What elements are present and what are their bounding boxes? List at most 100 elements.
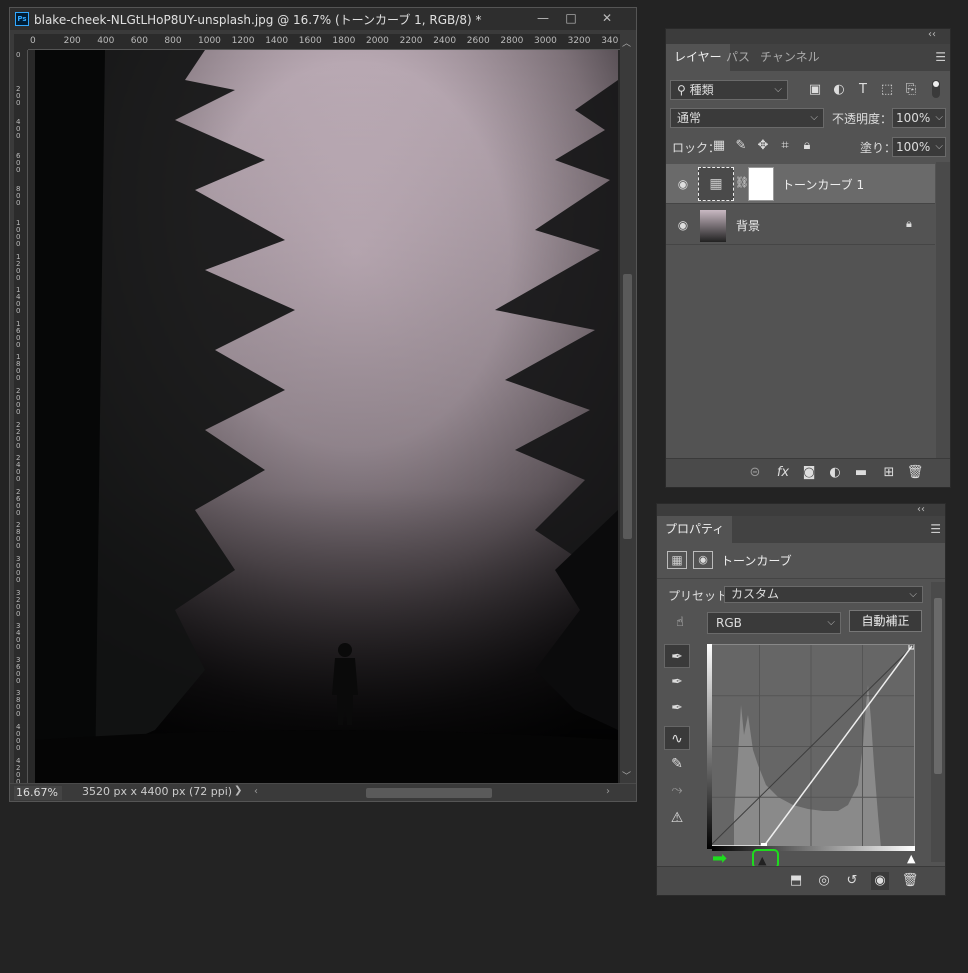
- ruler-corner[interactable]: [14, 34, 28, 50]
- ruler-tick: 2 0 0: [16, 84, 21, 107]
- smooth-curve-icon[interactable]: ⤳: [664, 778, 690, 802]
- curve-graph[interactable]: [707, 643, 915, 849]
- document-image[interactable]: [35, 50, 618, 783]
- vertical-scrollbar[interactable]: ︿ ﹀: [620, 34, 636, 783]
- layer-row[interactable]: ◉ ▦ ⛓︎ トーンカーブ 1: [666, 164, 935, 204]
- zoom-field[interactable]: 16.67%: [14, 786, 62, 800]
- reset-icon[interactable]: ↺: [843, 872, 861, 890]
- adjustment-icon[interactable]: ◐: [826, 464, 844, 482]
- ruler-tick: 1800: [332, 36, 356, 46]
- document-size: 3520 px x 4400 px (72 ppi): [82, 785, 233, 798]
- black-point-eyedropper-icon[interactable]: ✒︎: [664, 644, 690, 668]
- ruler-tick: 4 0 0: [16, 118, 21, 141]
- trash-icon[interactable]: 🗑︎: [901, 872, 919, 890]
- panel-menu-icon[interactable]: ☰: [935, 50, 946, 64]
- chevron-down-icon: ⌵: [827, 617, 835, 628]
- lock-all-icon[interactable]: 🔒︎: [798, 137, 816, 155]
- layer-name[interactable]: トーンカーブ 1: [782, 176, 864, 193]
- canvas-area[interactable]: [28, 50, 620, 783]
- filter-pixel-icon[interactable]: ▣: [806, 81, 824, 99]
- scroll-right-icon[interactable]: ›: [606, 786, 610, 797]
- ruler-tick: 1 8 0 0: [16, 353, 21, 383]
- pencil-icon[interactable]: ✎: [664, 752, 690, 776]
- trash-icon[interactable]: 🗑︎: [906, 464, 924, 482]
- filter-shape-icon[interactable]: ⬚: [878, 81, 896, 99]
- ruler-tick: 3200: [567, 36, 591, 46]
- vertical-ruler[interactable]: 0 2 0 0 4 0 0 6 0 0 8 0 0 1 0 0 0 1 2 0 0 1 4 0…: [14, 50, 28, 783]
- layer-mask-thumbnail[interactable]: [748, 167, 774, 201]
- horizontal-scrollbar-thumb[interactable]: [366, 788, 492, 798]
- gray-point-eyedropper-icon[interactable]: ✒︎: [664, 670, 690, 694]
- lock-transparency-icon[interactable]: ▦: [710, 137, 728, 155]
- tab-properties[interactable]: プロパティ: [657, 516, 733, 543]
- lock-position-icon[interactable]: ✥: [754, 137, 772, 155]
- lock-artboard-icon[interactable]: ⌗: [776, 137, 794, 155]
- mask-link-icon[interactable]: ⛓︎: [735, 176, 749, 189]
- status-menu-arrow-icon[interactable]: ❯: [234, 785, 242, 796]
- layer-filter-select[interactable]: ⚲ 種類 ⌵: [670, 80, 788, 100]
- clip-to-layer-icon[interactable]: ⬒: [787, 872, 805, 890]
- fx-icon[interactable]: fx: [774, 464, 792, 482]
- panel-drag-bar[interactable]: ‹‹: [666, 29, 950, 44]
- properties-scrollbar[interactable]: [931, 582, 945, 862]
- lock-image-icon[interactable]: ✎: [732, 137, 750, 155]
- mask-icon[interactable]: ◉: [693, 551, 713, 569]
- fill-field[interactable]: 100% ⌵: [892, 137, 946, 157]
- scrollbar-thumb[interactable]: [623, 274, 632, 539]
- white-point-slider-icon[interactable]: ▲: [907, 852, 915, 865]
- ruler-tick: 4 0 0 0: [16, 723, 21, 752]
- opacity-value: 100%: [896, 111, 931, 125]
- ruler-tick: 3 8 0 0: [16, 689, 21, 719]
- layer-row[interactable]: ◉ 背景 🔒︎: [666, 205, 935, 245]
- ruler-tick: 340: [601, 36, 619, 46]
- opacity-field[interactable]: 100% ⌵: [892, 108, 946, 128]
- eye-icon[interactable]: ◉: [674, 175, 692, 193]
- scroll-up-icon[interactable]: ︿: [622, 36, 631, 49]
- on-image-adjust-icon[interactable]: ☝︎: [668, 614, 692, 632]
- visibility-icon[interactable]: ◉: [871, 872, 889, 890]
- curves-icon[interactable]: ▦: [667, 551, 687, 569]
- scroll-left-icon[interactable]: ‹: [254, 786, 258, 797]
- filter-adjustment-icon[interactable]: ◐: [830, 81, 848, 99]
- histogram-and-curve[interactable]: [707, 643, 915, 849]
- curve-edit-points-icon[interactable]: ∿: [664, 726, 690, 750]
- collapse-panel-icon[interactable]: ‹‹: [917, 504, 925, 515]
- preset-select[interactable]: カスタム ⌵: [724, 586, 923, 603]
- maximize-button[interactable]: □: [556, 10, 586, 27]
- minimize-button[interactable]: —: [528, 10, 558, 27]
- adjustment-header: ▦ ◉ トーンカーブ: [657, 543, 945, 579]
- ruler-tick: 0: [30, 36, 36, 46]
- channel-select[interactable]: RGB ⌵: [707, 612, 841, 634]
- link-icon[interactable]: ⊝: [746, 464, 764, 482]
- filter-smart-object-icon[interactable]: ⎘: [902, 81, 920, 99]
- layers-scrollbar[interactable]: [936, 162, 950, 458]
- ruler-tick: 2000: [366, 36, 389, 46]
- chevron-down-icon: ⌵: [810, 112, 818, 123]
- horizontal-ruler[interactable]: 0 200 400 600 800 1000 1200 1400 1600 1800 2000 220…: [28, 34, 620, 50]
- horizontal-scrollbar[interactable]: [266, 784, 606, 802]
- folder-icon[interactable]: ▬: [852, 464, 870, 482]
- view-previous-state-icon[interactable]: ◎: [815, 872, 833, 890]
- layer-name[interactable]: 背景: [736, 217, 760, 234]
- scrollbar-thumb[interactable]: [934, 598, 942, 774]
- close-button[interactable]: ✕: [592, 10, 622, 27]
- clipping-warning-icon[interactable]: ⚠︎: [664, 806, 690, 830]
- ruler-tick: 3 0 0 0: [16, 555, 21, 584]
- scroll-down-icon[interactable]: ﹀: [622, 769, 631, 782]
- ruler-tick: 1400: [265, 36, 289, 46]
- white-point-eyedropper-icon[interactable]: ✒︎: [664, 696, 690, 720]
- layers-footer: ⊝ fx ◙ ◐ ▬ ⊞ 🗑︎: [666, 458, 950, 487]
- filter-toggle[interactable]: [932, 80, 940, 98]
- eye-icon[interactable]: ◉: [674, 216, 692, 234]
- document-window: Ps blake-cheek-NLGtLHoP8UY-unsplash.jpg …: [9, 7, 637, 802]
- tab-channels[interactable]: チャンネル: [752, 44, 828, 71]
- new-layer-icon[interactable]: ⊞: [880, 464, 898, 482]
- panel-menu-icon[interactable]: ☰: [930, 522, 941, 536]
- collapse-panel-icon[interactable]: ‹‹: [928, 29, 936, 40]
- ruler-tick: 3 2 0 0: [16, 588, 21, 618]
- auto-button[interactable]: 自動補正: [849, 610, 922, 632]
- document-titlebar[interactable]: Ps blake-cheek-NLGtLHoP8UY-unsplash.jpg …: [10, 8, 636, 30]
- mask-icon[interactable]: ◙: [800, 464, 818, 482]
- blend-mode-select[interactable]: 通常 ⌵: [670, 108, 824, 128]
- filter-type-icon[interactable]: T: [854, 81, 872, 99]
